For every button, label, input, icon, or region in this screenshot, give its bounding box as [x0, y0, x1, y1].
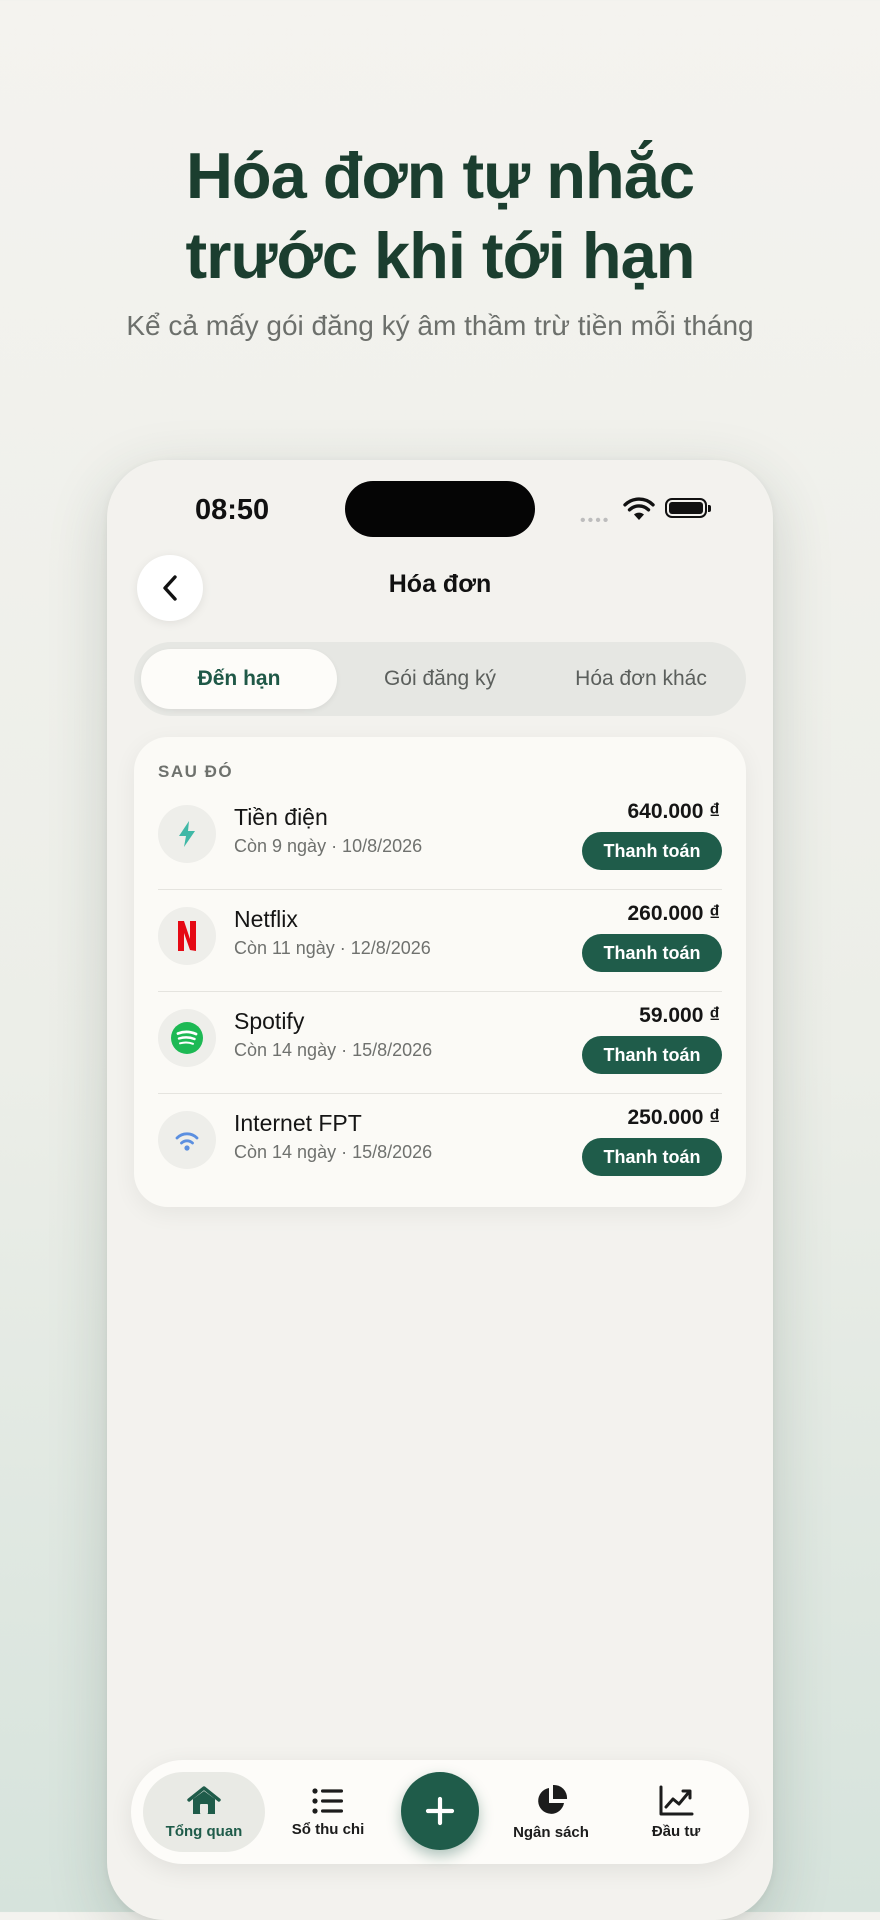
hero-subtitle: Kể cả mấy gói đăng ký âm thầm trừ tiền m…	[126, 310, 754, 341]
list-icon	[312, 1787, 343, 1814]
spotify-icon	[158, 1009, 216, 1067]
bill-amount: 250.000 ₫	[627, 1106, 720, 1129]
wifi-status-icon	[623, 497, 655, 520]
bills-card: SAU ĐÓ Tiền điện Còn 9 ngày · 10/8/2026 …	[134, 737, 746, 1207]
tab-invest[interactable]: Đầu tư	[619, 1772, 733, 1852]
bill-name: Netflix	[234, 906, 298, 932]
pay-button[interactable]: Thanh toán	[582, 832, 722, 870]
bill-due-info: Còn 14 ngày · 15/8/2026	[234, 1142, 433, 1162]
hero-title-line1: Hóa đơn tự nhắc	[185, 139, 695, 212]
status-time: 08:50	[195, 494, 270, 526]
battery-icon	[665, 498, 711, 518]
bill-amount: 640.000 ₫	[627, 800, 720, 823]
tab-label: Tổng quan	[165, 1822, 243, 1840]
tab-subscriptions[interactable]: Gói đăng ký	[342, 649, 538, 709]
pie-chart-icon	[538, 1784, 568, 1814]
tab-overview[interactable]: Tổng quan	[143, 1772, 265, 1852]
trend-chart-icon	[659, 1785, 694, 1815]
bill-name: Tiền điện	[234, 804, 328, 830]
segmented-control: Đến hạn Gói đăng ký Hóa đơn khác	[134, 642, 746, 716]
signal-icon: ••••	[580, 512, 611, 529]
lightning-icon	[158, 805, 216, 863]
dynamic-island	[345, 481, 535, 537]
bill-due-info: Còn 9 ngày · 10/8/2026	[234, 836, 423, 856]
bill-row-spotify[interactable]: Spotify Còn 14 ngày · 15/8/2026 59.000 ₫…	[158, 991, 722, 1094]
tab-other-bills[interactable]: Hóa đơn khác	[543, 649, 739, 709]
bill-row-electricity[interactable]: Tiền điện Còn 9 ngày · 10/8/2026 640.000…	[158, 787, 722, 890]
pay-button[interactable]: Thanh toán	[582, 934, 722, 972]
page-title: Hóa đơn	[388, 570, 492, 598]
hero-title-line2: trước khi tới hạn	[185, 219, 696, 292]
tab-due[interactable]: Đến hạn	[141, 649, 337, 709]
add-button[interactable]	[401, 1772, 479, 1850]
tab-label: Ngân sách	[513, 1823, 589, 1841]
tab-label: Sổ thu chi	[291, 1820, 365, 1838]
home-icon	[187, 1785, 221, 1814]
bill-name: Internet FPT	[234, 1110, 362, 1136]
pay-button[interactable]: Thanh toán	[582, 1138, 722, 1176]
bill-amount: 260.000 ₫	[627, 902, 720, 925]
tab-bar: Tổng quan Sổ thu chi Ngân sách Đầu tư	[131, 1760, 749, 1864]
netflix-icon	[158, 907, 216, 965]
bill-amount: 59.000 ₫	[639, 1004, 720, 1027]
bill-due-info: Còn 11 ngày · 12/8/2026	[234, 938, 431, 958]
section-label: SAU ĐÓ	[158, 762, 234, 781]
tab-budget[interactable]: Ngân sách	[491, 1772, 611, 1852]
hero-title: Hóa đơn tự nhắc trước khi tới hạn	[0, 136, 880, 296]
bill-name: Spotify	[234, 1008, 305, 1034]
wifi-icon	[158, 1111, 216, 1169]
pay-button[interactable]: Thanh toán	[582, 1036, 722, 1074]
phone-frame: 08:50 •••• Hóa đơn Đến hạn Gói đăng ký H…	[107, 460, 773, 1920]
bill-row-netflix[interactable]: Netflix Còn 11 ngày · 12/8/2026 260.000 …	[158, 889, 722, 992]
bill-due-info: Còn 14 ngày · 15/8/2026	[234, 1040, 433, 1060]
bill-row-internet[interactable]: Internet FPT Còn 14 ngày · 15/8/2026 250…	[158, 1093, 722, 1195]
tab-ledger[interactable]: Sổ thu chi	[271, 1772, 385, 1852]
plus-icon	[425, 1796, 455, 1826]
tab-label: Đầu tư	[651, 1822, 701, 1840]
